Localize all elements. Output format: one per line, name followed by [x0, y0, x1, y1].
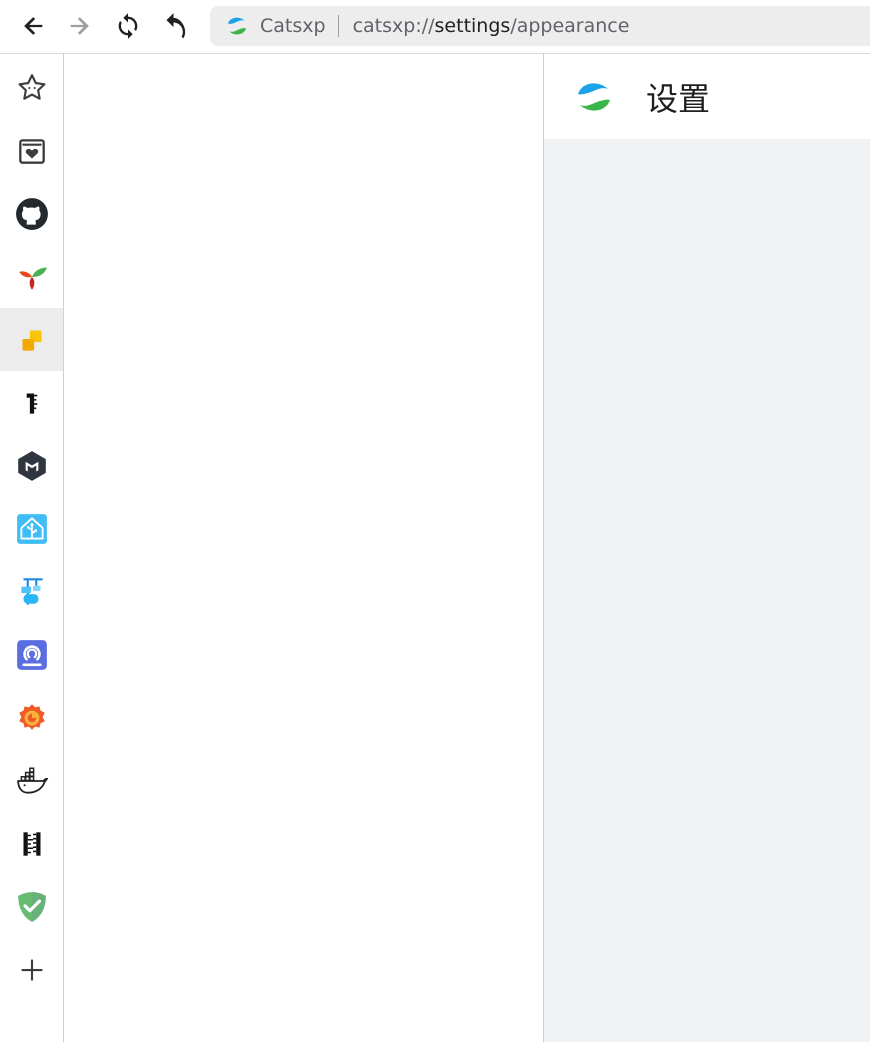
- sidebar-item-ruler-one[interactable]: [0, 371, 63, 434]
- address-site-name: Catsxp: [260, 15, 326, 37]
- browser-toolbar: Catsxp catsxp://settings/appearance: [0, 0, 870, 54]
- docker-whale-icon: [16, 767, 48, 794]
- sidebar-panel-content: [64, 54, 544, 1042]
- crane-container-icon: [20, 577, 43, 605]
- undo-icon: [166, 13, 186, 39]
- settings-header: 设置: [544, 54, 870, 139]
- sidebar-item-bookmarks[interactable]: [0, 119, 63, 182]
- openwrt-icon: [16, 639, 47, 670]
- sidebar-item-mikrotik[interactable]: [0, 434, 63, 497]
- reload-icon: [118, 13, 138, 39]
- yellow-blocks-icon: [21, 329, 42, 351]
- undo-button[interactable]: [161, 10, 193, 42]
- address-bar[interactable]: Catsxp catsxp://settings/appearance: [210, 6, 870, 46]
- github-icon: [15, 197, 48, 230]
- page-title: 设置: [646, 79, 711, 118]
- sidebar-item-crane[interactable]: [0, 560, 63, 623]
- back-arrow-icon: [24, 17, 43, 35]
- sidebar-item-docker[interactable]: [0, 749, 63, 812]
- plant-sprout-icon: [18, 266, 47, 290]
- sidebar-item-grafana[interactable]: [0, 686, 63, 749]
- settings-page: 设置: [544, 54, 870, 1042]
- star-icon: [18, 73, 45, 100]
- url-path: /appearance: [510, 15, 630, 37]
- sidebar-item-github[interactable]: [0, 182, 63, 245]
- sidebar-item-ruler-bars[interactable]: [0, 812, 63, 875]
- reload-button[interactable]: [112, 10, 144, 42]
- url-scheme: catsxp://: [352, 15, 435, 37]
- shield-check-icon: [17, 891, 46, 922]
- catsxp-logo-icon: [578, 82, 610, 111]
- sidebar-item-plant[interactable]: [0, 245, 63, 308]
- plus-icon: [20, 958, 43, 981]
- sidebar-item-adguard[interactable]: [0, 875, 63, 938]
- grafana-icon: [18, 703, 45, 730]
- catsxp-logo-icon: [227, 17, 247, 35]
- sidebar-item-openwrt[interactable]: [0, 623, 63, 686]
- forward-button[interactable]: [64, 10, 96, 42]
- sidebar-item-favorites[interactable]: [0, 56, 63, 119]
- sidebar-item-home-assistant[interactable]: [0, 497, 63, 560]
- address-separator: [337, 15, 339, 37]
- sidebar-item-blocks[interactable]: [0, 308, 63, 371]
- sidebar-add-button[interactable]: [0, 938, 63, 1001]
- back-button[interactable]: [17, 10, 49, 42]
- home-assistant-icon: [16, 513, 47, 544]
- ruler-bars-icon: [23, 831, 40, 856]
- url-host: settings: [434, 15, 511, 37]
- mikrotik-cube-icon: [17, 450, 46, 481]
- address-url[interactable]: catsxp://settings/appearance: [353, 15, 630, 37]
- forward-arrow-icon: [70, 17, 89, 35]
- ruler-one-icon: [26, 392, 37, 414]
- sidebar: [0, 54, 64, 1042]
- bookmark-heart-icon: [18, 138, 45, 164]
